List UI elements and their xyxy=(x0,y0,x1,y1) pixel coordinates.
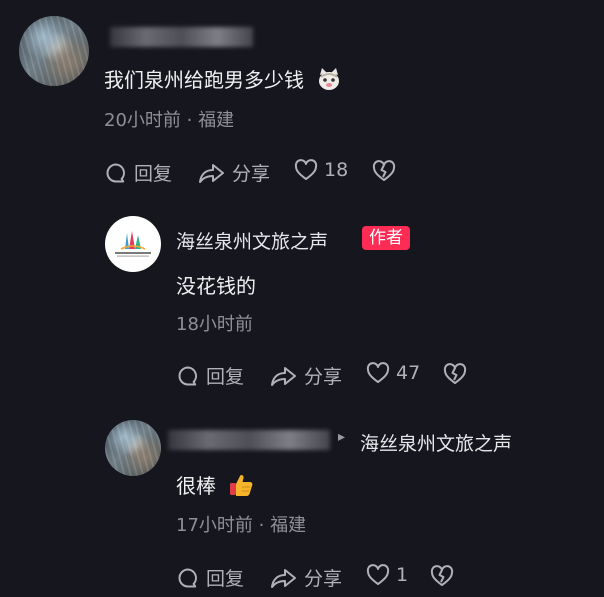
thumbs-up-emoji-icon xyxy=(228,472,254,503)
replier-name-blurred[interactable] xyxy=(168,430,330,450)
author-avatar[interactable] xyxy=(105,216,161,272)
reply-to-name[interactable]: 海丝泉州文旅之声 xyxy=(360,429,512,456)
comment-text: 我们泉州给跑男多少钱 xyxy=(104,64,342,97)
like-count: 47 xyxy=(396,362,421,384)
meta-separator: · xyxy=(258,515,265,536)
meta-separator: · xyxy=(186,110,193,131)
comment-text-content: 我们泉州给跑男多少钱 xyxy=(104,68,304,92)
like-button[interactable]: 47 xyxy=(366,362,420,384)
tourism-logo-icon xyxy=(115,231,151,257)
reply-time: 18小时前 xyxy=(176,314,253,335)
reply-text-content: 很棒 xyxy=(176,474,216,498)
dislike-button[interactable] xyxy=(430,565,454,587)
share-arrow-icon xyxy=(270,364,298,388)
share-label: 分享 xyxy=(232,163,271,185)
like-count: 18 xyxy=(324,159,349,181)
reply-time: 17小时前 xyxy=(176,515,253,536)
reply-label: 回复 xyxy=(206,366,245,388)
reply-label: 回复 xyxy=(134,163,173,185)
author-badge: 作者 xyxy=(362,226,410,250)
reply-button[interactable]: 回复 xyxy=(176,362,244,389)
reply-text: 很棒 xyxy=(176,470,254,503)
author-name[interactable]: 海丝泉州文旅之声 xyxy=(176,227,328,254)
reply-button[interactable]: 回复 xyxy=(104,159,172,186)
dislike-button[interactable] xyxy=(443,363,467,385)
reply-to-arrow: ▸ xyxy=(338,429,346,445)
comment-bubble-icon xyxy=(176,566,200,590)
share-arrow-icon xyxy=(198,161,226,185)
comment-bubble-icon xyxy=(104,161,128,185)
reply-location: 福建 xyxy=(270,515,307,536)
reply-meta: 17小时前 · 福建 xyxy=(176,511,306,537)
heart-icon xyxy=(294,159,318,181)
share-button[interactable]: 分享 xyxy=(270,362,342,389)
broken-heart-icon xyxy=(372,160,396,182)
comment-time: 20小时前 xyxy=(104,110,181,131)
reply-button[interactable]: 回复 xyxy=(176,564,244,591)
like-count: 1 xyxy=(396,564,409,586)
like-button[interactable]: 18 xyxy=(294,159,348,181)
commenter-avatar[interactable] xyxy=(19,16,89,86)
share-label: 分享 xyxy=(304,568,343,590)
reply-label: 回复 xyxy=(206,568,245,590)
replier-avatar[interactable] xyxy=(105,420,161,476)
heart-icon xyxy=(366,362,390,384)
share-label: 分享 xyxy=(304,366,343,388)
broken-heart-icon xyxy=(443,363,467,385)
share-arrow-icon xyxy=(270,566,298,590)
dislike-button[interactable] xyxy=(372,160,396,182)
heart-icon xyxy=(366,564,390,586)
comment-location: 福建 xyxy=(198,110,235,131)
comment-bubble-icon xyxy=(176,364,200,388)
cat-emoji-icon xyxy=(316,66,342,97)
reply-text: 没花钱的 xyxy=(176,274,256,298)
comment-meta: 20小时前 · 福建 xyxy=(104,106,234,132)
share-button[interactable]: 分享 xyxy=(198,159,270,186)
commenter-name-blurred[interactable] xyxy=(110,27,253,47)
like-button[interactable]: 1 xyxy=(366,564,408,586)
share-button[interactable]: 分享 xyxy=(270,564,342,591)
broken-heart-icon xyxy=(430,565,454,587)
